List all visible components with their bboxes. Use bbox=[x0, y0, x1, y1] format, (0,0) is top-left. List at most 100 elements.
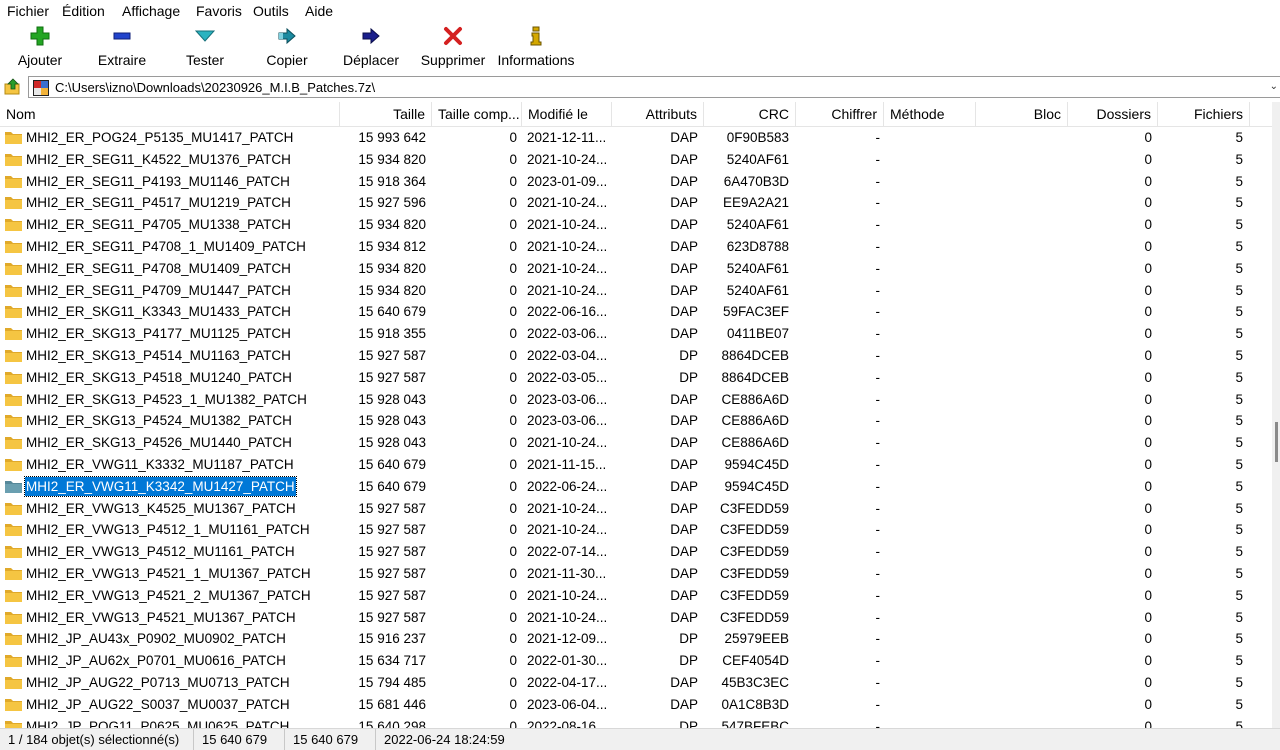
vertical-scrollbar[interactable] bbox=[1272, 102, 1280, 728]
row-name: MHI2_ER_SKG13_P4518_MU1240_PATCH bbox=[26, 369, 292, 385]
folder-icon bbox=[5, 459, 22, 471]
table-row[interactable]: MHI2_JP_POG11_P0625_MU0625_PATCH 15 640 2… bbox=[0, 716, 1272, 728]
cell-files: 5 bbox=[1235, 478, 1243, 494]
path-combobox[interactable]: C:\Users\izno\Downloads\20230926_M.I.B_P… bbox=[28, 76, 1280, 98]
table-row[interactable]: MHI2_ER_SKG13_P4514_MU1163_PATCH 15 927 5… bbox=[0, 345, 1272, 367]
table-row[interactable]: MHI2_ER_VWG13_K4525_MU1367_PATCH 15 927 5… bbox=[0, 498, 1272, 520]
table-row[interactable]: MHI2_JP_AUG22_P0713_MU0713_PATCH 15 794 4… bbox=[0, 672, 1272, 694]
delete-button[interactable]: Supprimer bbox=[418, 22, 488, 72]
cell-encrypted: - bbox=[875, 631, 881, 647]
cell-files: 5 bbox=[1235, 718, 1243, 728]
scrollbar-thumb[interactable] bbox=[1275, 422, 1278, 462]
table-row[interactable]: MHI2_ER_VWG13_P4512_MU1161_PATCH 15 927 5… bbox=[0, 541, 1272, 563]
table-row[interactable]: MHI2_ER_SKG11_K3343_MU1433_PATCH 15 640 6… bbox=[0, 301, 1272, 323]
menu-favoris[interactable]: Favoris bbox=[196, 3, 242, 19]
folder-up-icon[interactable] bbox=[4, 78, 22, 96]
menu-affichage[interactable]: Affichage bbox=[122, 3, 180, 19]
table-row[interactable]: MHI2_ER_VWG11_K3342_MU1427_PATCH 15 640 6… bbox=[0, 475, 1272, 498]
cell-packed: 0 bbox=[509, 304, 517, 320]
extract-button[interactable]: Extraire bbox=[90, 22, 154, 72]
table-row[interactable]: MHI2_ER_VWG13_P4521_MU1367_PATCH 15 927 5… bbox=[0, 607, 1272, 629]
cell-size: 15 681 446 bbox=[358, 696, 426, 712]
table-row[interactable]: MHI2_ER_SEG11_P4705_MU1338_PATCH 15 934 8… bbox=[0, 214, 1272, 236]
cell-packed: 0 bbox=[509, 653, 517, 669]
table-row[interactable]: MHI2_ER_SEG11_P4708_MU1409_PATCH 15 934 8… bbox=[0, 258, 1272, 280]
copy-label: Copier bbox=[266, 52, 308, 68]
add-button[interactable]: Ajouter bbox=[8, 22, 72, 72]
file-list[interactable]: MHI2_ER_POG24_P5135_MU1417_PATCH 15 993 6… bbox=[0, 127, 1272, 728]
table-row[interactable]: MHI2_ER_SKG13_P4518_MU1240_PATCH 15 927 5… bbox=[0, 367, 1272, 389]
cell-encrypted: - bbox=[875, 696, 881, 712]
col-bloc[interactable]: Bloc bbox=[976, 102, 1068, 126]
cell-folders: 0 bbox=[1144, 478, 1152, 494]
table-row[interactable]: MHI2_ER_VWG13_P4512_1_MU1161_PATCH 15 927… bbox=[0, 519, 1272, 541]
table-row[interactable]: MHI2_ER_SEG11_P4708_1_MU1409_PATCH 15 934… bbox=[0, 236, 1272, 258]
cell-crc: C3FEDD59 bbox=[719, 522, 789, 538]
col-modifie[interactable]: Modifié le bbox=[522, 102, 612, 126]
table-row[interactable]: MHI2_ER_VWG11_K3332_MU1187_PATCH 15 640 6… bbox=[0, 454, 1272, 476]
cell-files: 5 bbox=[1235, 304, 1243, 320]
table-row[interactable]: MHI2_ER_SEG11_P4193_MU1146_PATCH 15 918 3… bbox=[0, 171, 1272, 193]
menu-edition[interactable]: Édition bbox=[62, 3, 105, 19]
test-button[interactable]: Tester bbox=[173, 22, 237, 72]
col-taille[interactable]: Taille bbox=[340, 102, 432, 126]
cell-folders: 0 bbox=[1144, 304, 1152, 320]
cell-folders: 0 bbox=[1144, 239, 1152, 254]
table-row[interactable]: MHI2_ER_SKG13_P4526_MU1440_PATCH 15 928 0… bbox=[0, 432, 1272, 454]
folder-icon bbox=[5, 546, 22, 559]
info-button[interactable]: Informations bbox=[496, 22, 576, 72]
folder-icon bbox=[5, 589, 22, 602]
cell-attributes: DAP bbox=[670, 435, 698, 451]
table-row[interactable]: MHI2_ER_SKG13_P4177_MU1125_PATCH 15 918 3… bbox=[0, 323, 1272, 345]
cell-crc: 0A1C8B3D bbox=[721, 696, 789, 712]
table-row[interactable]: MHI2_ER_VWG13_P4521_1_MU1367_PATCH 15 927… bbox=[0, 563, 1272, 585]
cell-modified: 2021-10-24... bbox=[527, 195, 608, 211]
menu-outils[interactable]: Outils bbox=[253, 3, 289, 19]
table-row[interactable]: MHI2_JP_AUG22_S0037_MU0037_PATCH 15 681 4… bbox=[0, 694, 1272, 716]
col-crc[interactable]: CRC bbox=[704, 102, 796, 126]
cell-modified: 2021-10-24... bbox=[527, 260, 608, 276]
cell-size: 15 640 298 bbox=[358, 718, 426, 728]
folder-icon bbox=[5, 371, 22, 384]
col-nom[interactable]: Nom bbox=[0, 102, 340, 126]
status-size: 15 640 679 bbox=[194, 729, 285, 750]
chevron-down-icon[interactable]: ⌄ bbox=[1270, 81, 1278, 92]
cell-packed: 0 bbox=[509, 282, 517, 298]
cell-attributes: DP bbox=[679, 369, 698, 385]
cell-modified: 2021-11-30... bbox=[527, 566, 607, 581]
table-row[interactable]: MHI2_ER_SKG13_P4524_MU1382_PATCH 15 928 0… bbox=[0, 410, 1272, 432]
cell-encrypted: - bbox=[875, 566, 881, 581]
cell-packed: 0 bbox=[509, 609, 517, 625]
copy-button[interactable]: Copier bbox=[255, 22, 319, 72]
cell-crc: CE886A6D bbox=[721, 413, 789, 429]
table-row[interactable]: MHI2_ER_VWG13_P4521_2_MU1367_PATCH 15 927… bbox=[0, 585, 1272, 607]
col-methode[interactable]: Méthode bbox=[884, 102, 976, 126]
folder-icon bbox=[5, 524, 22, 537]
table-row[interactable]: MHI2_ER_SEG11_P4517_MU1219_PATCH 15 927 5… bbox=[0, 192, 1272, 214]
col-dossiers[interactable]: Dossiers bbox=[1068, 102, 1158, 126]
menu-aide[interactable]: Aide bbox=[305, 3, 333, 19]
table-row[interactable]: MHI2_ER_SEG11_K4522_MU1376_PATCH 15 934 8… bbox=[0, 149, 1272, 171]
cell-size: 15 934 820 bbox=[358, 282, 426, 298]
table-row[interactable]: MHI2_JP_AU43x_P0902_MU0902_PATCH 15 916 2… bbox=[0, 628, 1272, 650]
cell-encrypted: - bbox=[875, 500, 881, 516]
cell-encrypted: - bbox=[875, 239, 881, 254]
table-row[interactable]: MHI2_JP_AU62x_P0701_MU0616_PATCH 15 634 7… bbox=[0, 650, 1272, 672]
cell-size: 15 928 043 bbox=[358, 391, 426, 407]
cell-modified: 2022-03-05... bbox=[527, 369, 608, 385]
table-row[interactable]: MHI2_ER_SEG11_P4709_MU1447_PATCH 15 934 8… bbox=[0, 280, 1272, 302]
plus-icon bbox=[30, 26, 50, 46]
row-name: MHI2_JP_AU43x_P0902_MU0902_PATCH bbox=[26, 631, 286, 647]
menu-fichier[interactable]: Fichier bbox=[7, 3, 49, 19]
col-fichiers[interactable]: Fichiers bbox=[1158, 102, 1250, 126]
table-row[interactable]: MHI2_ER_POG24_P5135_MU1417_PATCH 15 993 6… bbox=[0, 127, 1272, 149]
cell-packed: 0 bbox=[509, 500, 517, 516]
status-packed: 15 640 679 bbox=[285, 729, 376, 750]
status-bar: 1 / 184 objet(s) sélectionné(s) 15 640 6… bbox=[0, 728, 1280, 750]
col-attributs[interactable]: Attributs bbox=[612, 102, 704, 126]
move-button[interactable]: Déplacer bbox=[338, 22, 404, 72]
table-row[interactable]: MHI2_ER_SKG13_P4523_1_MU1382_PATCH 15 928… bbox=[0, 389, 1272, 411]
col-taille-comp[interactable]: Taille comp... bbox=[432, 102, 522, 126]
cell-modified: 2021-10-24... bbox=[527, 587, 608, 603]
col-chiffrer[interactable]: Chiffrer bbox=[796, 102, 884, 126]
